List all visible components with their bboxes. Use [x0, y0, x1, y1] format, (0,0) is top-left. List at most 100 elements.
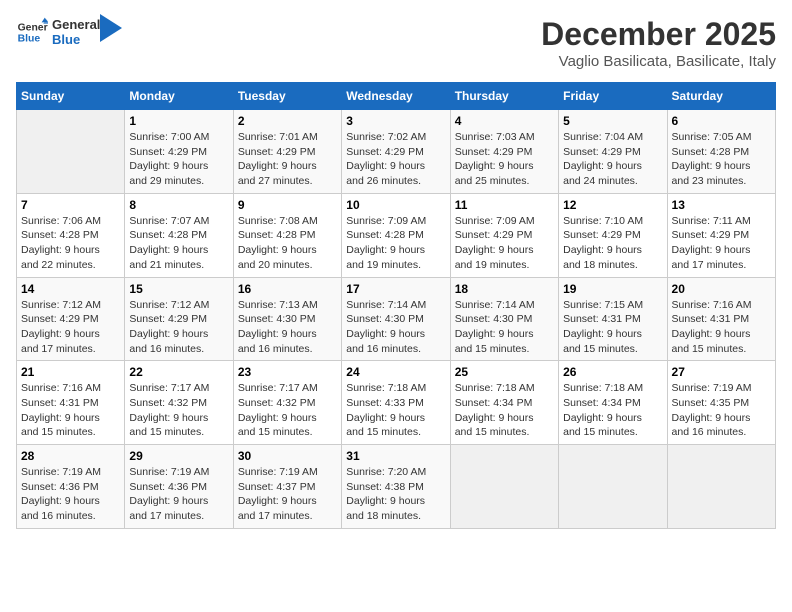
day-number: 14 [21, 282, 120, 296]
day-info: Sunrise: 7:08 AM Sunset: 4:28 PM Dayligh… [238, 214, 337, 273]
day-number: 20 [672, 282, 771, 296]
day-info: Sunrise: 7:18 AM Sunset: 4:34 PM Dayligh… [455, 381, 554, 440]
day-number: 22 [129, 365, 228, 379]
day-info: Sunrise: 7:09 AM Sunset: 4:28 PM Dayligh… [346, 214, 445, 273]
calendar-week-row: 28 Sunrise: 7:19 AM Sunset: 4:36 PM Dayli… [17, 445, 776, 529]
calendar-cell: 12 Sunrise: 7:10 AM Sunset: 4:29 PM Dayli… [559, 193, 667, 277]
logo-icon: General Blue [16, 16, 48, 48]
calendar-week-row: 7Sunrise: 7:06 AM Sunset: 4:28 PM Daylig… [17, 193, 776, 277]
calendar-cell: 1 Sunrise: 7:00 AM Sunset: 4:29 PM Daylig… [125, 110, 233, 194]
calendar-cell: 10 Sunrise: 7:09 AM Sunset: 4:28 PM Dayli… [342, 193, 450, 277]
day-info: Sunrise: 7:04 AM Sunset: 4:29 PM Dayligh… [563, 130, 662, 189]
calendar-cell [17, 110, 125, 194]
day-number: 5 [563, 114, 662, 128]
calendar-cell: 28 Sunrise: 7:19 AM Sunset: 4:36 PM Dayli… [17, 445, 125, 529]
day-number: 26 [563, 365, 662, 379]
header-sunday: Sunday [17, 83, 125, 110]
day-number: 2 [238, 114, 337, 128]
calendar-table: SundayMondayTuesdayWednesdayThursdayFrid… [16, 82, 776, 529]
day-info: Sunrise: 7:12 AM Sunset: 4:29 PM Dayligh… [129, 298, 228, 357]
calendar-cell: 5 Sunrise: 7:04 AM Sunset: 4:29 PM Daylig… [559, 110, 667, 194]
calendar-cell: 14Sunrise: 7:12 AM Sunset: 4:29 PM Dayli… [17, 277, 125, 361]
calendar-cell: 24 Sunrise: 7:18 AM Sunset: 4:33 PM Dayli… [342, 361, 450, 445]
day-info: Sunrise: 7:09 AM Sunset: 4:29 PM Dayligh… [455, 214, 554, 273]
day-info: Sunrise: 7:19 AM Sunset: 4:36 PM Dayligh… [129, 465, 228, 524]
logo-general: General [52, 17, 100, 32]
calendar-cell: 19 Sunrise: 7:15 AM Sunset: 4:31 PM Dayli… [559, 277, 667, 361]
calendar-cell: 3Sunrise: 7:02 AM Sunset: 4:29 PM Daylig… [342, 110, 450, 194]
day-number: 11 [455, 198, 554, 212]
day-info: Sunrise: 7:00 AM Sunset: 4:29 PM Dayligh… [129, 130, 228, 189]
day-number: 15 [129, 282, 228, 296]
location-title: Vaglio Basilicata, Basilicate, Italy [541, 53, 776, 70]
svg-text:Blue: Blue [18, 34, 41, 45]
header-thursday: Thursday [450, 83, 558, 110]
day-number: 1 [129, 114, 228, 128]
day-info: Sunrise: 7:18 AM Sunset: 4:33 PM Dayligh… [346, 381, 445, 440]
day-info: Sunrise: 7:15 AM Sunset: 4:31 PM Dayligh… [563, 298, 662, 357]
day-number: 29 [129, 449, 228, 463]
calendar-cell: 20Sunrise: 7:16 AM Sunset: 4:31 PM Dayli… [667, 277, 775, 361]
calendar-cell: 25 Sunrise: 7:18 AM Sunset: 4:34 PM Dayli… [450, 361, 558, 445]
calendar-cell: 15 Sunrise: 7:12 AM Sunset: 4:29 PM Dayli… [125, 277, 233, 361]
title-block: December 2025 Vaglio Basilicata, Basilic… [541, 16, 776, 70]
day-number: 18 [455, 282, 554, 296]
day-info: Sunrise: 7:17 AM Sunset: 4:32 PM Dayligh… [238, 381, 337, 440]
day-info: Sunrise: 7:20 AM Sunset: 4:38 PM Dayligh… [346, 465, 445, 524]
header-wednesday: Wednesday [342, 83, 450, 110]
header-monday: Monday [125, 83, 233, 110]
day-info: Sunrise: 7:10 AM Sunset: 4:29 PM Dayligh… [563, 214, 662, 273]
calendar-week-row: 1 Sunrise: 7:00 AM Sunset: 4:29 PM Daylig… [17, 110, 776, 194]
day-number: 7 [21, 198, 120, 212]
calendar-cell: 11 Sunrise: 7:09 AM Sunset: 4:29 PM Dayli… [450, 193, 558, 277]
calendar-cell [667, 445, 775, 529]
day-number: 30 [238, 449, 337, 463]
calendar-cell: 17 Sunrise: 7:14 AM Sunset: 4:30 PM Dayli… [342, 277, 450, 361]
day-number: 4 [455, 114, 554, 128]
day-number: 17 [346, 282, 445, 296]
day-info: Sunrise: 7:17 AM Sunset: 4:32 PM Dayligh… [129, 381, 228, 440]
day-number: 19 [563, 282, 662, 296]
day-info: Sunrise: 7:13 AM Sunset: 4:30 PM Dayligh… [238, 298, 337, 357]
day-number: 21 [21, 365, 120, 379]
calendar-cell [450, 445, 558, 529]
calendar-cell: 27 Sunrise: 7:19 AM Sunset: 4:35 PM Dayli… [667, 361, 775, 445]
calendar-cell: 29 Sunrise: 7:19 AM Sunset: 4:36 PM Dayli… [125, 445, 233, 529]
day-number: 28 [21, 449, 120, 463]
day-info: Sunrise: 7:01 AM Sunset: 4:29 PM Dayligh… [238, 130, 337, 189]
calendar-cell: 13Sunrise: 7:11 AM Sunset: 4:29 PM Dayli… [667, 193, 775, 277]
day-number: 10 [346, 198, 445, 212]
calendar-cell: 4 Sunrise: 7:03 AM Sunset: 4:29 PM Daylig… [450, 110, 558, 194]
day-info: Sunrise: 7:18 AM Sunset: 4:34 PM Dayligh… [563, 381, 662, 440]
calendar-cell: 7Sunrise: 7:06 AM Sunset: 4:28 PM Daylig… [17, 193, 125, 277]
logo-blue: Blue [52, 32, 100, 47]
day-number: 16 [238, 282, 337, 296]
day-info: Sunrise: 7:14 AM Sunset: 4:30 PM Dayligh… [455, 298, 554, 357]
day-number: 24 [346, 365, 445, 379]
calendar-cell: 2 Sunrise: 7:01 AM Sunset: 4:29 PM Daylig… [233, 110, 341, 194]
calendar-cell: 21Sunrise: 7:16 AM Sunset: 4:31 PM Dayli… [17, 361, 125, 445]
day-info: Sunrise: 7:19 AM Sunset: 4:35 PM Dayligh… [672, 381, 771, 440]
day-info: Sunrise: 7:07 AM Sunset: 4:28 PM Dayligh… [129, 214, 228, 273]
day-info: Sunrise: 7:19 AM Sunset: 4:37 PM Dayligh… [238, 465, 337, 524]
day-number: 9 [238, 198, 337, 212]
calendar-cell: 30 Sunrise: 7:19 AM Sunset: 4:37 PM Dayli… [233, 445, 341, 529]
day-info: Sunrise: 7:05 AM Sunset: 4:28 PM Dayligh… [672, 130, 771, 189]
day-number: 13 [672, 198, 771, 212]
calendar-header-row: SundayMondayTuesdayWednesdayThursdayFrid… [17, 83, 776, 110]
calendar-cell: 8 Sunrise: 7:07 AM Sunset: 4:28 PM Daylig… [125, 193, 233, 277]
day-info: Sunrise: 7:03 AM Sunset: 4:29 PM Dayligh… [455, 130, 554, 189]
day-number: 12 [563, 198, 662, 212]
day-info: Sunrise: 7:19 AM Sunset: 4:36 PM Dayligh… [21, 465, 120, 524]
header-saturday: Saturday [667, 83, 775, 110]
header-friday: Friday [559, 83, 667, 110]
svg-text:General: General [18, 22, 48, 33]
calendar-cell: 16 Sunrise: 7:13 AM Sunset: 4:30 PM Dayli… [233, 277, 341, 361]
day-info: Sunrise: 7:14 AM Sunset: 4:30 PM Dayligh… [346, 298, 445, 357]
logo-arrow-icon [100, 14, 122, 42]
month-title: December 2025 [541, 16, 776, 53]
header-tuesday: Tuesday [233, 83, 341, 110]
day-number: 25 [455, 365, 554, 379]
day-number: 27 [672, 365, 771, 379]
day-number: 8 [129, 198, 228, 212]
